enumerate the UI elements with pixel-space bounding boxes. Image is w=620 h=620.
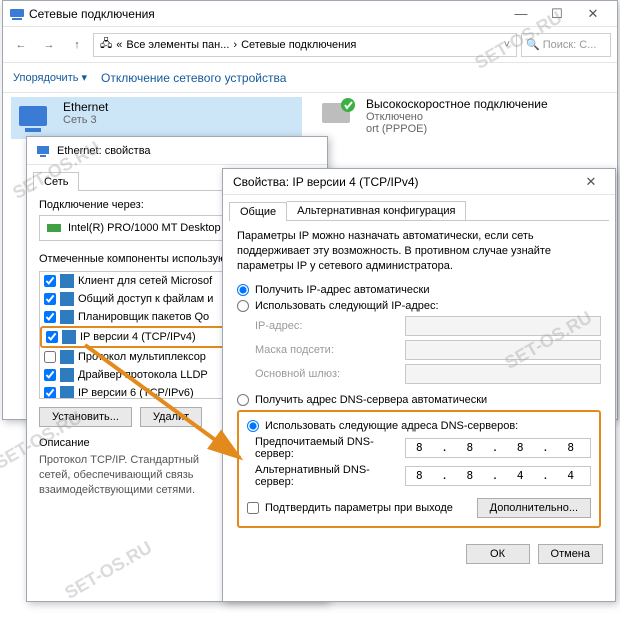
close-icon[interactable]: ✕: [573, 171, 609, 193]
forward-icon[interactable]: →: [37, 33, 61, 57]
search-placeholder: Поиск: С...: [543, 39, 597, 51]
ip-address-field: [405, 316, 601, 336]
checkbox[interactable]: [44, 293, 56, 305]
maximize-icon[interactable]: ☐: [539, 3, 575, 25]
breadcrumb[interactable]: 🖧 « Все элементы пан... › Сетевые подклю…: [93, 33, 517, 57]
label-dns1: Предпочитаемый DNS-сервер:: [255, 436, 405, 460]
checkbox[interactable]: [44, 351, 56, 363]
radio[interactable]: [237, 300, 249, 312]
breadcrumb-part[interactable]: Сетевые подключения: [241, 39, 356, 51]
intro-text: Параметры IP можно назначать автоматичес…: [237, 229, 601, 274]
close-icon[interactable]: ✕: [575, 3, 611, 25]
ipv4-titlebar: Свойства: IP версии 4 (TCP/IPv4) ✕: [223, 169, 615, 195]
component-icon: [62, 330, 76, 344]
tab-general[interactable]: Общие: [229, 202, 287, 221]
breadcrumb-part[interactable]: Все элементы пан...: [126, 39, 229, 51]
ipv4-title: Свойства: IP версии 4 (TCP/IPv4): [229, 175, 573, 189]
nic-icon: [46, 220, 62, 236]
ipv4-body: Параметры IP можно назначать автоматичес…: [223, 221, 615, 538]
ipv4-properties-window: Свойства: IP версии 4 (TCP/IPv4) ✕ Общие…: [222, 168, 616, 602]
radio-ip-auto[interactable]: Получить IP-адрес автоматически: [237, 284, 601, 296]
component-icon: [60, 350, 74, 364]
pppoe-icon: [318, 97, 358, 133]
component-icon: [60, 386, 74, 399]
connection-name: Ethernet: [63, 100, 108, 114]
tabstrip: Общие Альтернативная конфигурация: [229, 201, 609, 221]
cancel-button[interactable]: Отмена: [538, 544, 603, 564]
chevron-down-icon[interactable]: ˅: [504, 39, 510, 51]
up-icon[interactable]: ↑: [65, 33, 89, 57]
gateway-field: [405, 364, 601, 384]
component-icon: [60, 274, 74, 288]
component-icon: [60, 368, 74, 382]
explorer-title: Сетевые подключения: [25, 7, 503, 21]
label-mask: Маска подсети:: [255, 344, 405, 356]
connection-status: Сеть 3: [63, 114, 108, 126]
connection-subtype: ort (PPPOE): [366, 123, 548, 135]
dialog-buttons: ОК Отмена: [223, 538, 615, 572]
ip-fields: IP-адрес: Маска подсети: Основной шлюз:: [255, 316, 601, 384]
advanced-button[interactable]: Дополнительно...: [477, 498, 591, 518]
tab-network[interactable]: Сеть: [33, 172, 79, 191]
component-icon: [60, 292, 74, 306]
radio-ip-manual[interactable]: Использовать следующий IP-адрес:: [237, 300, 601, 312]
checkbox[interactable]: [44, 275, 56, 287]
checkbox[interactable]: [46, 331, 58, 343]
explorer-titlebar: Сетевые подключения — ☐ ✕: [3, 1, 617, 27]
validate-row: Подтвердить параметры при выходе Дополни…: [247, 498, 591, 518]
checkbox[interactable]: [44, 369, 56, 381]
explorer-commandbar: Упорядочить ▾ Отключение сетевого устрой…: [3, 63, 617, 93]
label-validate: Подтвердить параметры при выходе: [265, 502, 453, 514]
chevron-down-icon: ▾: [81, 71, 87, 84]
adapter-name: Intel(R) PRO/1000 MT Desktop: [68, 222, 221, 234]
connection-name: Высокоскоростное подключение: [366, 97, 548, 111]
back-icon[interactable]: ←: [9, 33, 33, 57]
radio-dns-manual[interactable]: Использовать следующие адреса DNS-сервер…: [247, 420, 591, 432]
connection-status: Отключено: [366, 111, 548, 123]
minimize-icon[interactable]: —: [503, 3, 539, 25]
search-input[interactable]: 🔍 Поиск: С...: [521, 33, 611, 57]
props-title: Ethernet: свойства: [57, 145, 151, 157]
radio[interactable]: [247, 420, 259, 432]
folder-icon: 🖧: [100, 35, 112, 54]
radio-dns-auto[interactable]: Получить адрес DNS-сервера автоматически: [237, 394, 601, 406]
remove-button[interactable]: Удалит: [140, 407, 202, 427]
ok-button[interactable]: ОК: [466, 544, 530, 564]
checkbox[interactable]: [44, 387, 56, 399]
connection-ethernet[interactable]: Ethernet Сеть 3: [11, 97, 302, 139]
ethernet-icon: [35, 143, 51, 159]
dns-fields: Предпочитаемый DNS-сервер:8 . 8 . 8 . 8 …: [255, 436, 591, 488]
checkbox-validate[interactable]: [247, 502, 259, 514]
window-controls: — ☐ ✕: [503, 3, 611, 25]
label-gateway: Основной шлюз:: [255, 368, 405, 380]
radio[interactable]: [237, 394, 249, 406]
preferred-dns-field[interactable]: 8 . 8 . 8 . 8: [405, 438, 591, 458]
tab-alt-config[interactable]: Альтернативная конфигурация: [287, 201, 466, 220]
label-dns2: Альтернативный DNS-сервер:: [255, 464, 405, 488]
disable-device-cmd[interactable]: Отключение сетевого устройства: [101, 71, 286, 85]
props-titlebar: Ethernet: свойства: [27, 137, 327, 165]
search-icon: 🔍: [526, 38, 540, 51]
connection-pppoe[interactable]: Высокоскоростное подключение Отключено o…: [318, 97, 609, 135]
component-icon: [60, 310, 74, 324]
subnet-mask-field: [405, 340, 601, 360]
explorer-navbar: ← → ↑ 🖧 « Все элементы пан... › Сетевые …: [3, 27, 617, 63]
alternate-dns-field[interactable]: 8 . 8 . 4 . 4: [405, 466, 591, 486]
radio[interactable]: [237, 284, 249, 296]
dns-section-highlight: Использовать следующие адреса DNS-сервер…: [237, 410, 601, 528]
network-icon: [9, 6, 25, 22]
label-ip: IP-адрес:: [255, 320, 405, 332]
checkbox[interactable]: [44, 311, 56, 323]
install-button[interactable]: Установить...: [39, 407, 132, 427]
organize-menu[interactable]: Упорядочить ▾: [13, 71, 87, 84]
ethernet-icon: [15, 100, 55, 136]
